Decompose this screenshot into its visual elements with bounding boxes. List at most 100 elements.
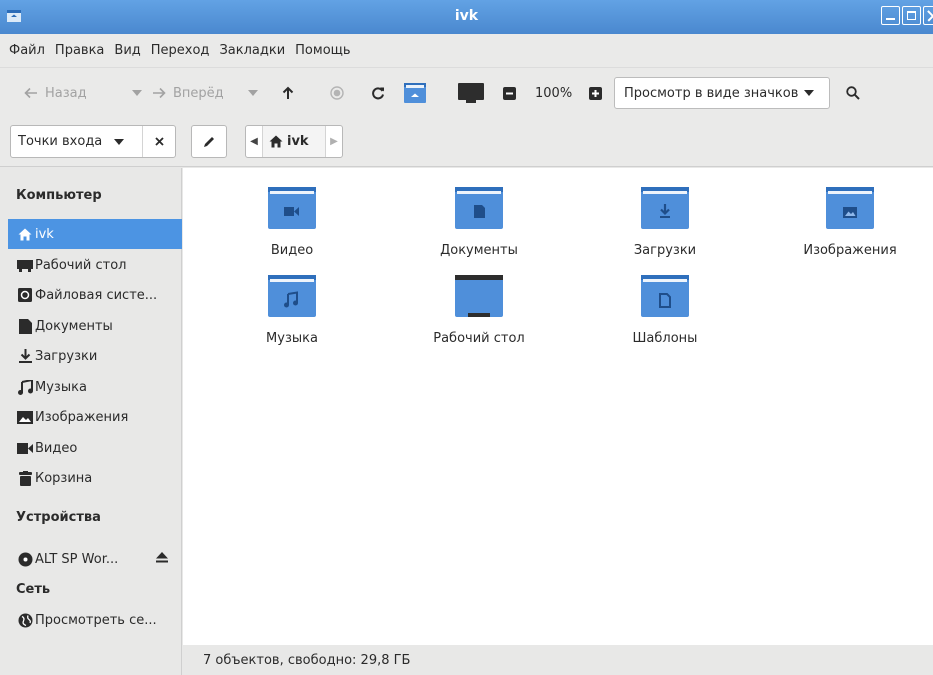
maximize-button[interactable]	[902, 6, 921, 25]
drive-icon	[17, 287, 33, 303]
view-mode-label: Просмотр в виде значков	[624, 85, 799, 101]
sidebar-item-home[interactable]: ivk	[8, 219, 182, 249]
arrow-left-icon	[24, 87, 37, 99]
sidebar-item-label: ALT SP Wor...	[35, 551, 119, 567]
folder-item-music[interactable]: Музыка	[222, 275, 362, 346]
toolbar: Назад Вперёд 100% Просмотр в виде значко…	[0, 67, 933, 117]
folder-label: Рабочий стол	[433, 331, 525, 346]
sidebar-item-label: Видео	[35, 440, 78, 456]
folder-music-icon	[268, 275, 316, 317]
music-icon	[17, 379, 33, 395]
folder-item-pictures[interactable]: Изображения	[780, 187, 920, 258]
folder-item-videos[interactable]: Видео	[222, 187, 362, 258]
sidebar-item-documents[interactable]: Документы	[8, 311, 182, 341]
globe-icon	[17, 612, 33, 628]
breadcrumb-prev-button[interactable]: ◀	[246, 136, 262, 147]
menu-bar: Файл Правка Вид Переход Закладки Помощь	[0, 34, 933, 67]
title-bar[interactable]: ivk	[0, 0, 933, 34]
sidebar-item-label: Загрузки	[35, 348, 98, 364]
stop-button[interactable]	[330, 78, 344, 108]
sidebar-item-network[interactable]: Просмотреть се...	[8, 605, 182, 635]
search-icon	[846, 86, 860, 100]
sidebar-item-label: Корзина	[35, 470, 93, 486]
breadcrumb: ◀ ivk ▶	[245, 125, 343, 158]
folder-item-templates[interactable]: Шаблоны	[595, 275, 735, 346]
sidebar-item-label: Просмотреть се...	[35, 612, 157, 628]
menu-help[interactable]: Помощь	[295, 43, 350, 58]
back-history-dropdown[interactable]	[126, 78, 142, 108]
zoom-out-button[interactable]	[503, 78, 516, 108]
monitor-icon	[458, 83, 484, 103]
zoom-level: 100%	[535, 85, 573, 101]
sidebar-item-trash[interactable]: Корзина	[8, 463, 182, 493]
location-bar: Точки входа ◀ ivk ▶	[0, 117, 933, 167]
folder-desktop-icon	[455, 275, 503, 317]
zoom-in-button[interactable]	[589, 78, 602, 108]
side-pane-label: Точки входа	[18, 134, 103, 149]
sidebar-item-pictures[interactable]: Изображения	[8, 402, 182, 432]
status-text: 7 объектов, свободно: 29,8 ГБ	[203, 652, 411, 668]
zoom-out-icon	[503, 86, 516, 100]
minimize-button[interactable]	[881, 6, 900, 25]
sidebar-item-device[interactable]: ALT SP Wor...	[8, 544, 182, 574]
side-pane-selector[interactable]: Точки входа	[10, 125, 176, 158]
file-view[interactable]: Видео Документы Загрузки Изображения Муз…	[183, 168, 933, 645]
search-button[interactable]	[846, 78, 860, 108]
eject-icon[interactable]	[156, 552, 168, 567]
home-button[interactable]	[404, 78, 426, 108]
menu-bookmarks[interactable]: Закладки	[219, 43, 285, 58]
sidebar-item-label: ivk	[35, 226, 54, 242]
folder-item-desktop[interactable]: Рабочий стол	[409, 275, 549, 346]
image-icon	[17, 409, 33, 425]
menu-edit[interactable]: Правка	[55, 43, 104, 58]
download-icon	[17, 348, 33, 364]
view-mode-dropdown[interactable]: Просмотр в виде значков	[614, 77, 830, 109]
folder-label: Видео	[270, 243, 314, 258]
forward-button[interactable]: Вперёд	[152, 78, 224, 108]
close-side-pane-button[interactable]	[142, 126, 176, 157]
breadcrumb-label: ivk	[287, 134, 309, 149]
up-button[interactable]	[282, 78, 294, 108]
chevron-down-icon	[132, 90, 142, 96]
forward-history-dropdown[interactable]	[242, 78, 258, 108]
menu-go[interactable]: Переход	[151, 43, 210, 58]
chevron-down-icon	[248, 90, 258, 96]
home-icon	[269, 135, 283, 148]
sidebar-item-downloads[interactable]: Загрузки	[8, 341, 182, 371]
sidebar: Компьютер ivk Рабочий стол Файловая сист…	[8, 168, 182, 675]
home-icon	[17, 226, 33, 242]
reload-icon	[372, 87, 384, 100]
close-button[interactable]	[923, 6, 933, 25]
status-bar: 7 объектов, свободно: 29,8 ГБ	[183, 645, 933, 675]
chevron-down-icon	[804, 90, 815, 96]
home-folder-icon	[404, 83, 426, 103]
back-button[interactable]: Назад	[24, 78, 87, 108]
reload-button[interactable]	[371, 78, 385, 108]
back-label: Назад	[45, 85, 87, 101]
sidebar-item-desktop[interactable]: Рабочий стол	[8, 250, 182, 280]
breadcrumb-current[interactable]: ivk	[262, 126, 326, 157]
sidebar-item-label: Файловая систе...	[35, 287, 158, 303]
folder-templates-icon	[641, 275, 689, 317]
sidebar-item-music[interactable]: Музыка	[8, 372, 182, 402]
folder-pictures-icon	[826, 187, 874, 229]
menu-view[interactable]: Вид	[114, 43, 140, 58]
sidebar-item-label: Рабочий стол	[35, 257, 127, 273]
sidebar-item-videos[interactable]: Видео	[8, 433, 182, 463]
folder-label: Документы	[440, 243, 518, 258]
edit-location-button[interactable]	[191, 125, 227, 158]
sidebar-item-filesystem[interactable]: Файловая систе...	[8, 280, 182, 310]
folder-item-downloads[interactable]: Загрузки	[595, 187, 735, 258]
folder-label: Изображения	[803, 243, 897, 258]
stop-icon	[330, 86, 344, 100]
video-icon	[17, 440, 33, 456]
folder-video-icon	[268, 187, 316, 229]
breadcrumb-next-button[interactable]: ▶	[326, 136, 342, 147]
computer-button[interactable]	[458, 78, 484, 108]
folder-item-documents[interactable]: Документы	[409, 187, 549, 258]
menu-file[interactable]: Файл	[9, 43, 45, 58]
chevron-down-icon	[114, 138, 125, 145]
zoom-in-icon	[589, 86, 602, 100]
forward-label: Вперёд	[173, 85, 224, 101]
trash-icon	[17, 470, 33, 486]
